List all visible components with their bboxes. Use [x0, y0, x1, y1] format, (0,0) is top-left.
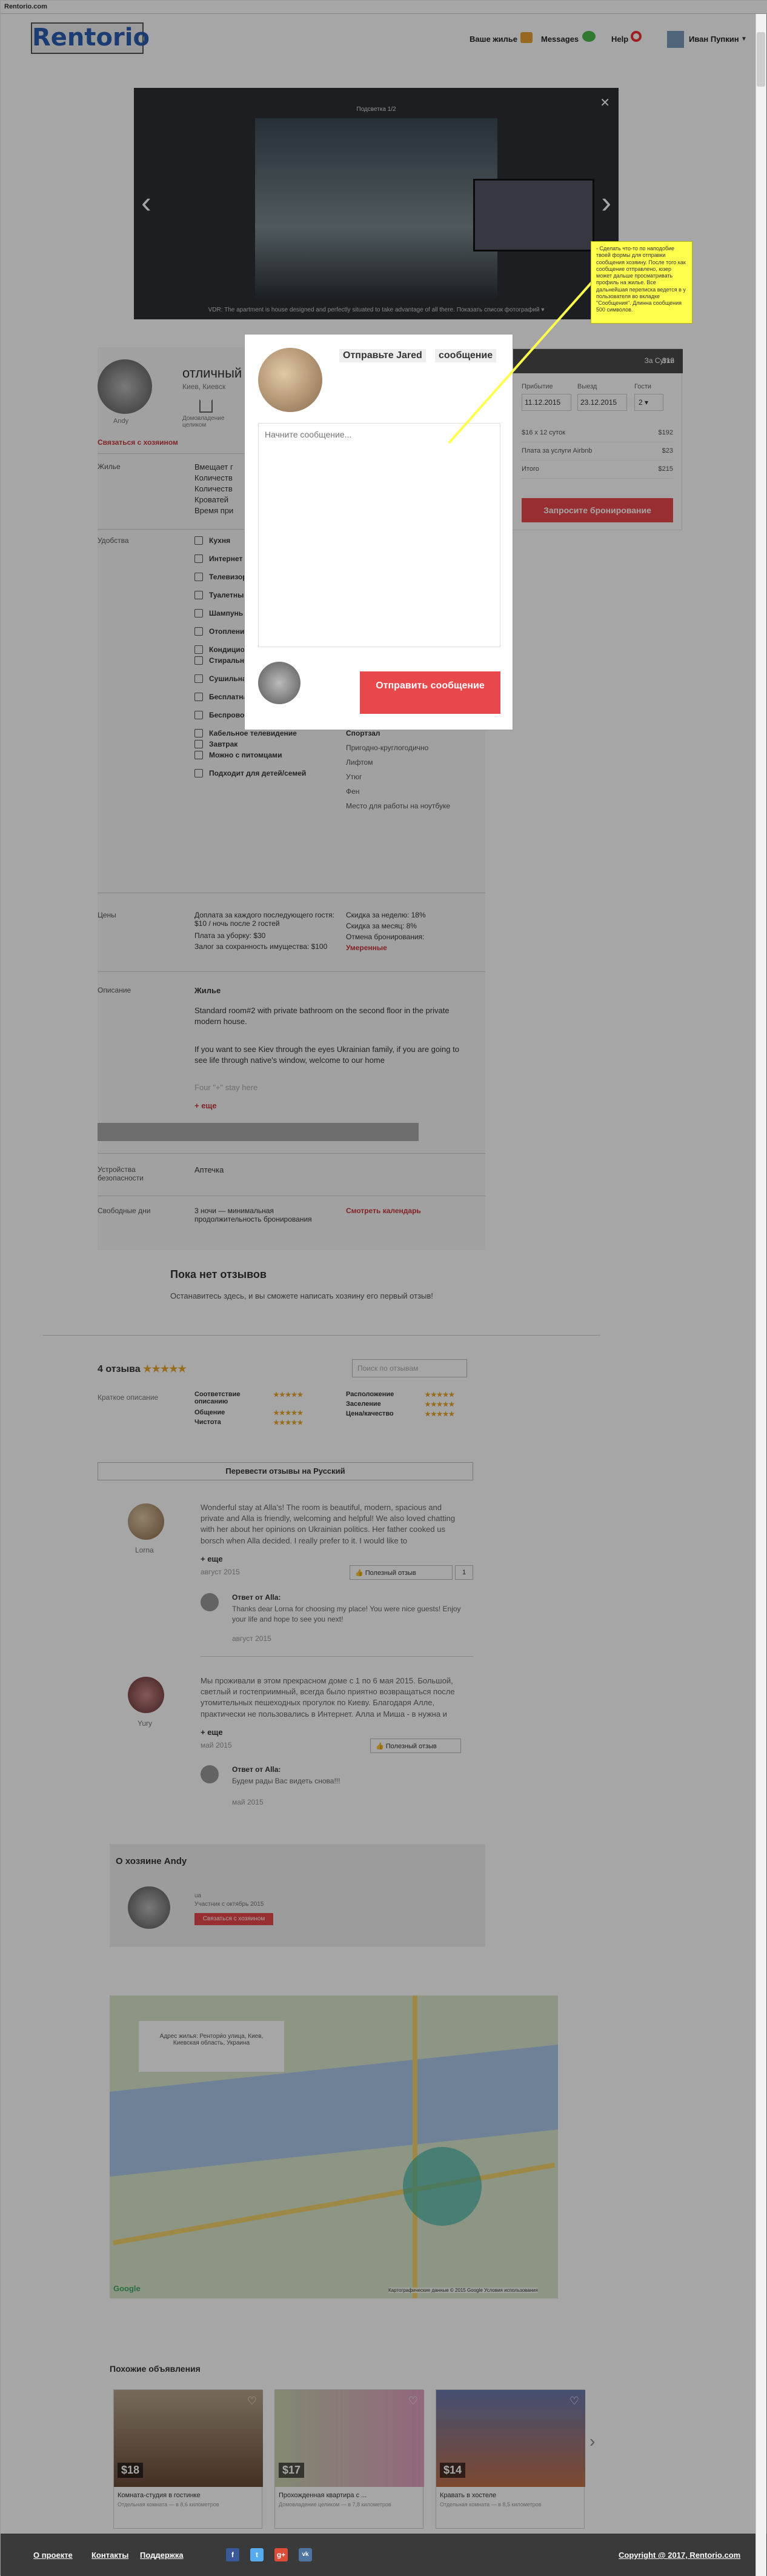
message-textarea[interactable]	[258, 423, 500, 647]
vk-icon[interactable]: vk	[299, 2548, 312, 2561]
google-plus-icon[interactable]: g+	[274, 2548, 288, 2561]
scrollbar[interactable]	[755, 14, 766, 2576]
recipient-avatar	[258, 348, 322, 412]
send-message-button[interactable]: Отправить сообщение	[360, 671, 500, 714]
facebook-icon[interactable]: f	[226, 2548, 239, 2561]
footer-contacts-link[interactable]: Контакты	[91, 2551, 128, 2560]
note-pointer-line	[448, 279, 596, 444]
modal-title: Отправьте Jared	[339, 349, 426, 362]
browser-window: Rentorio.com Rentorio Ваше жилье Message…	[0, 0, 767, 2576]
copyright: Copyright @ 2017, Rentorio.com	[619, 2551, 741, 2560]
note-pointer	[448, 279, 596, 444]
footer: О проекте Контакты Поддержка f t g+ vk C…	[1, 2534, 767, 2576]
sender-avatar	[258, 662, 300, 704]
footer-about-link[interactable]: О проекте	[33, 2551, 73, 2560]
twitter-icon[interactable]: t	[250, 2548, 264, 2561]
footer-support-link[interactable]: Поддержка	[140, 2551, 184, 2560]
modal-title-name: Отправьте Jared	[343, 350, 422, 361]
scrollbar-thumb[interactable]	[757, 32, 765, 87]
annotation-note: - Сделать что-то по наподобие твоей форм…	[591, 241, 692, 324]
